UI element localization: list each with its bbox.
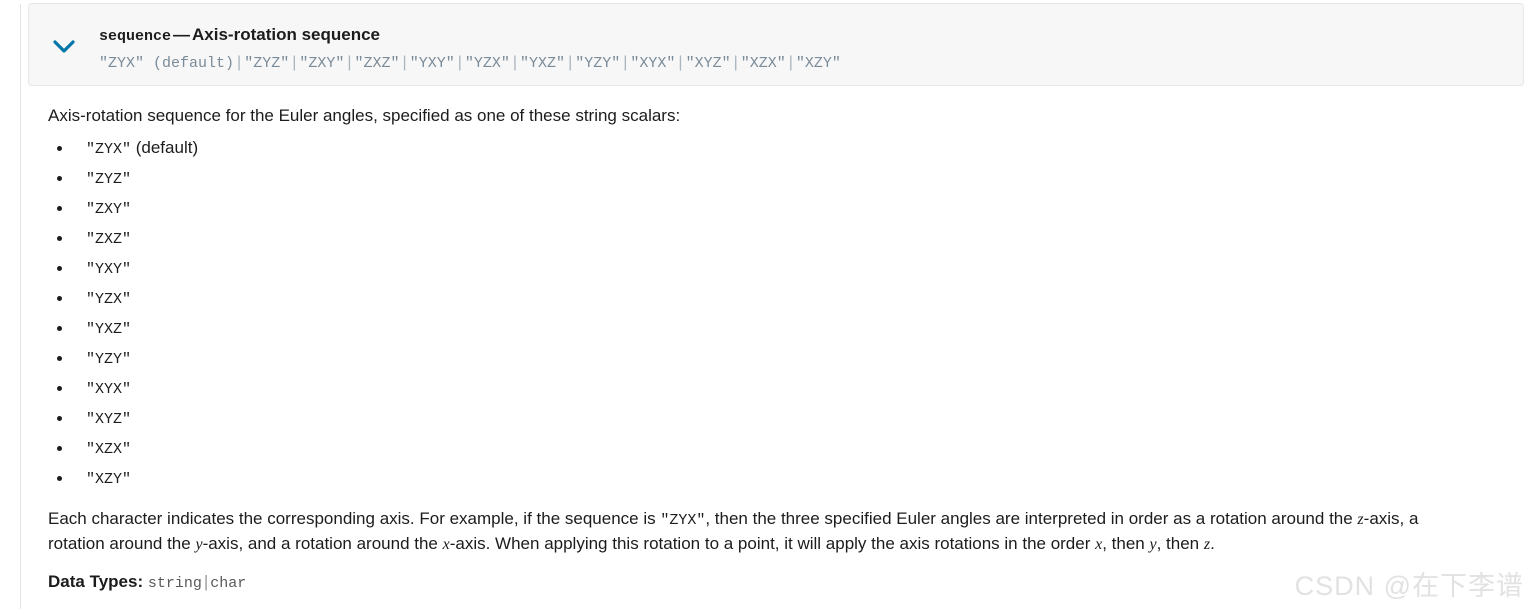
chevron-down-icon[interactable] bbox=[51, 34, 77, 60]
documentation-page: sequence — Axis-rotation sequence "ZYX" (d… bbox=[0, 0, 1532, 609]
summary-option-9: "XYZ" bbox=[685, 55, 731, 72]
data-type-char: char bbox=[210, 575, 247, 592]
parameter-name: sequence bbox=[99, 28, 172, 45]
summary-option-1: "ZYZ" bbox=[244, 55, 290, 72]
list-item: "XYX" bbox=[57, 377, 1524, 407]
left-rule-divider bbox=[20, 4, 21, 609]
list-item: "YXZ" bbox=[57, 317, 1524, 347]
parameter-header-text: sequence — Axis-rotation sequence "ZYX" (d… bbox=[99, 24, 1507, 75]
option-value: "XZX" bbox=[86, 441, 132, 458]
summary-sep-4: | bbox=[457, 54, 462, 71]
summary-sep-10: | bbox=[788, 54, 793, 71]
summary-sep-0: | bbox=[237, 54, 242, 71]
explanation-text-4: -axis, and a rotation around the bbox=[202, 534, 443, 553]
option-value: "YZY" bbox=[86, 351, 132, 368]
option-value: "YZX" bbox=[86, 291, 132, 308]
option-value: "ZXZ" bbox=[86, 231, 132, 248]
list-item: "XZX" bbox=[57, 437, 1524, 467]
sequence-options-list: "ZYX" (default) "ZYZ" "ZXY" "ZXZ" "YXY" … bbox=[28, 137, 1524, 497]
summary-option-10: "XZX" bbox=[740, 55, 786, 72]
summary-option-8: "XYX" bbox=[630, 55, 676, 72]
summary-option-11: "XZY" bbox=[795, 55, 841, 72]
list-item: "ZXZ" bbox=[57, 227, 1524, 257]
summary-sep-7: | bbox=[623, 54, 628, 71]
parameter-title: Axis-rotation sequence bbox=[192, 25, 381, 44]
list-item: "YZY" bbox=[57, 347, 1524, 377]
summary-option-2: "ZXY" bbox=[299, 55, 345, 72]
parameter-collapse-header[interactable]: sequence — Axis-rotation sequence "ZYX" (d… bbox=[28, 3, 1524, 86]
option-value: "XYX" bbox=[86, 381, 132, 398]
explanation-text-7: , then bbox=[1156, 534, 1204, 553]
option-value: "ZYX" bbox=[86, 141, 132, 158]
explanation-text-2: , then the three specified Euler angles … bbox=[705, 509, 1358, 528]
list-item: "XYZ" bbox=[57, 407, 1524, 437]
list-item: "ZYZ" bbox=[57, 167, 1524, 197]
intro-paragraph: Axis-rotation sequence for the Euler ang… bbox=[48, 106, 681, 125]
explanation-code-1: "ZYX" bbox=[660, 512, 706, 529]
summary-option-3: "ZXZ" bbox=[354, 55, 400, 72]
option-value: "XYZ" bbox=[86, 411, 132, 428]
title-dash: — bbox=[173, 25, 191, 44]
option-value: "YXZ" bbox=[86, 321, 132, 338]
explanation-text-6: , then bbox=[1102, 534, 1150, 553]
csdn-watermark: CSDN @在下李谱 bbox=[1294, 571, 1524, 601]
option-value: "XZY" bbox=[86, 471, 132, 488]
option-value: "YXY" bbox=[86, 261, 132, 278]
summary-sep-3: | bbox=[402, 54, 407, 71]
parameter-options-summary: "ZYX" (default) | "ZYZ" | "ZXY" | "ZXZ" | "YXY" |… bbox=[99, 52, 1507, 75]
parameter-title-line: sequence — Axis-rotation sequence bbox=[99, 24, 1507, 48]
option-note: (default) bbox=[131, 138, 199, 157]
summary-option-5: "YZX" bbox=[464, 55, 510, 72]
axis-label-x: x bbox=[442, 536, 450, 553]
list-item: "YXY" bbox=[57, 257, 1524, 287]
summary-sep-2: | bbox=[347, 54, 352, 71]
explanation-text-8: . bbox=[1210, 534, 1215, 553]
summary-option-6: "YXZ" bbox=[520, 55, 566, 72]
axis-label-y-order: y bbox=[1149, 536, 1157, 553]
list-item: "YZX" bbox=[57, 287, 1524, 317]
explanation-text-1: Each character indicates the correspondi… bbox=[48, 509, 661, 528]
summary-option-4: "YXY" bbox=[409, 55, 455, 72]
explanation-paragraph: Each character indicates the correspondi… bbox=[28, 497, 1468, 556]
parameter-description-body: Axis-rotation sequence for the Euler ang… bbox=[28, 90, 1524, 595]
option-value: "ZXY" bbox=[86, 201, 132, 218]
data-types-label: Data Types: bbox=[48, 572, 144, 591]
list-item: "XZY" bbox=[57, 467, 1524, 497]
summary-sep-5: | bbox=[512, 54, 518, 71]
axis-label-y: y bbox=[195, 536, 203, 553]
summary-option-7: "YZY" bbox=[575, 55, 621, 72]
summary-option-0: "ZYX" (default) bbox=[99, 55, 235, 72]
data-type-string: string bbox=[147, 575, 202, 592]
list-item: "ZXY" bbox=[57, 197, 1524, 227]
list-item: "ZYX" (default) bbox=[57, 137, 1524, 167]
summary-sep-9: | bbox=[733, 54, 738, 71]
option-value: "ZYZ" bbox=[86, 171, 132, 188]
summary-sep-6: | bbox=[568, 54, 573, 71]
summary-sep-1: | bbox=[292, 54, 297, 71]
summary-sep-8: | bbox=[678, 54, 683, 71]
explanation-text-5: -axis. When applying this rotation to a … bbox=[449, 534, 1096, 553]
